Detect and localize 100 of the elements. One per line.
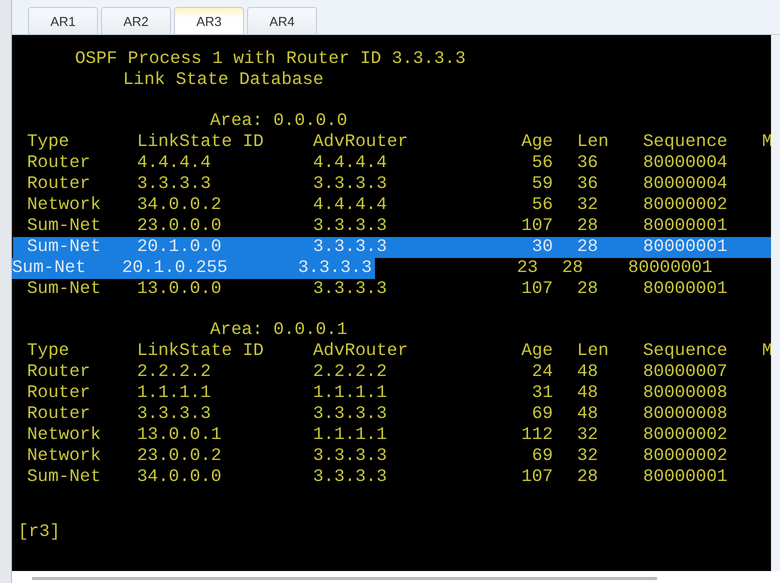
column-header: Sequence (643, 132, 728, 153)
table-cell-text: 28 (576, 216, 600, 237)
table-cell-text: 48 (576, 383, 600, 404)
column-header: Age (520, 132, 553, 153)
table-cell-text: 36 (576, 153, 600, 174)
table-cell-text: 28 (576, 279, 600, 300)
table-cell-text: 80000001 (643, 237, 728, 258)
table-cell-text: 107 (520, 467, 553, 488)
command-prompt[interactable]: [r3] (18, 522, 60, 543)
table-cell-text: Sum-Net (27, 467, 102, 488)
table-cell-text: 48 (576, 404, 600, 425)
output-heading: OSPF Process 1 with Router ID 3.3.3.3 (75, 49, 466, 70)
column-header: Age (520, 341, 553, 362)
column-header: AdvRouter (313, 341, 410, 362)
table-cell-text: Sum-Net (27, 237, 102, 258)
table-cell-text: Router (27, 174, 92, 195)
area-label: Area: 0.0.0.1 (210, 320, 348, 341)
tab[interactable]: AR4 (247, 7, 317, 34)
table-cell-text: 36 (576, 174, 600, 195)
table-cell-text: 3.3.3.3 (137, 404, 212, 425)
table-cell-text: Sum-Net (27, 216, 102, 237)
table-cell-text: 80000001 (643, 467, 728, 488)
table-cell-text: 2.2.2.2 (313, 362, 388, 383)
table-cell-text: 28 (561, 258, 584, 279)
area-label: Area: 0.0.0.0 (210, 111, 348, 132)
table-cell-text: 4.4.4.4 (313, 195, 388, 216)
table-cell-text: 80000004 (643, 153, 728, 174)
table-cell-text: 23.0.0.2 (137, 446, 222, 467)
column-header: LinkState ID (137, 132, 265, 153)
column-header: Type (27, 132, 70, 153)
table-cell-text: 69 (530, 404, 553, 425)
table-cell-text: Router (27, 153, 92, 174)
table-cell-text: 80000001 (643, 279, 728, 300)
table-cell-text: 80000007 (643, 362, 728, 383)
table-cell-text: 3.3.3.3 (137, 174, 212, 195)
table-cell-text: 1.1.1.1 (137, 383, 212, 404)
table-cell-text: 59 (530, 174, 553, 195)
table-cell-text: Router (27, 383, 92, 404)
table-cell-text: 3.3.3.3 (313, 404, 388, 425)
table-cell: 20.1.0.255 (122, 258, 298, 279)
table-cell-text: 4.4.4.4 (313, 153, 388, 174)
table-cell-text: 4.4.4.4 (137, 153, 212, 174)
table-cell-text: 13.0.0.1 (137, 425, 222, 446)
table-cell-text: 3.3.3.3 (313, 446, 388, 467)
table-cell-text: 80000001 (643, 216, 728, 237)
table-cell-text: Router (27, 362, 92, 383)
table-cell-text: 34.0.0.0 (137, 467, 222, 488)
tab[interactable]: AR2 (101, 7, 171, 34)
table-cell-text: 32 (576, 425, 600, 446)
table-cell-text: 31 (530, 383, 553, 404)
table-cell: Sum-Net (12, 258, 122, 279)
table-cell-text: 3.3.3.3 (313, 174, 388, 195)
table-cell-text: 69 (530, 446, 553, 467)
output-heading: Link State Database (123, 70, 324, 91)
table-cell: 3.3.3.3 (298, 258, 375, 279)
table-cell-text: 32 (576, 446, 600, 467)
tab[interactable]: AR3 (174, 7, 244, 34)
table-cell-text: 2.2.2.2 (137, 362, 212, 383)
table-cell-text: 30 (530, 237, 553, 258)
table-cell-text: Router (27, 404, 92, 425)
table-cell-text: 80000002 (643, 425, 728, 446)
scrollbar[interactable] (32, 577, 657, 580)
table-cell-text: 80000004 (643, 174, 728, 195)
table-cell-text: Network (27, 195, 102, 216)
table-cell-text: 34.0.0.2 (137, 195, 222, 216)
column-header: Sequence (643, 341, 728, 362)
table-cell-text: 107 (520, 279, 553, 300)
table-cell-text: 56 (530, 195, 553, 216)
table-cell-text: 112 (520, 425, 553, 446)
table-cell-text: 80000008 (643, 383, 728, 404)
column-header: AdvRouter (313, 132, 410, 153)
column-header: Type (27, 341, 70, 362)
table-row[interactable]: Sum-Net 20.1.0.255 3.3.3.3 23 28 80000001 (12, 258, 771, 279)
table-cell-text: 1.1.1.1 (313, 425, 388, 446)
table-cell-text: Network (27, 446, 102, 467)
tab[interactable]: AR1 (28, 7, 98, 34)
table-cell-text: 13.0.0.0 (137, 279, 222, 300)
table-cell-text: 23 (516, 258, 538, 279)
table-cell-text: 80000002 (643, 195, 728, 216)
table-cell-text: 32 (576, 195, 600, 216)
table-cell-text: 23.0.0.0 (137, 216, 222, 237)
column-header: Len (576, 132, 610, 153)
table-cell-text: Network (27, 425, 102, 446)
table-cell-text: 1.1.1.1 (313, 383, 388, 404)
table-cell-text: 3.3.3.3 (313, 237, 388, 258)
table-cell-text: 3.3.3.3 (313, 467, 388, 488)
table-cell-text: 28 (576, 467, 600, 488)
column-header: LinkState ID (137, 341, 265, 362)
table-cell-text: 80000008 (643, 404, 728, 425)
table-cell-text: 24 (530, 362, 553, 383)
table-cell-text: 107 (520, 216, 553, 237)
table-cell-text: Sum-Net (27, 279, 102, 300)
table-cell-text: 3.3.3.3 (313, 216, 388, 237)
table-cell-text: 28 (576, 237, 600, 258)
table-cell-text: 3.3.3.3 (313, 279, 388, 300)
table-cell-text: 20.1.0.0 (137, 237, 222, 258)
table-cell-text: 80000002 (643, 446, 728, 467)
column-header: Len (576, 341, 610, 362)
table-cell-text: 48 (576, 362, 600, 383)
table-cell-text: 80000001 (628, 258, 714, 279)
